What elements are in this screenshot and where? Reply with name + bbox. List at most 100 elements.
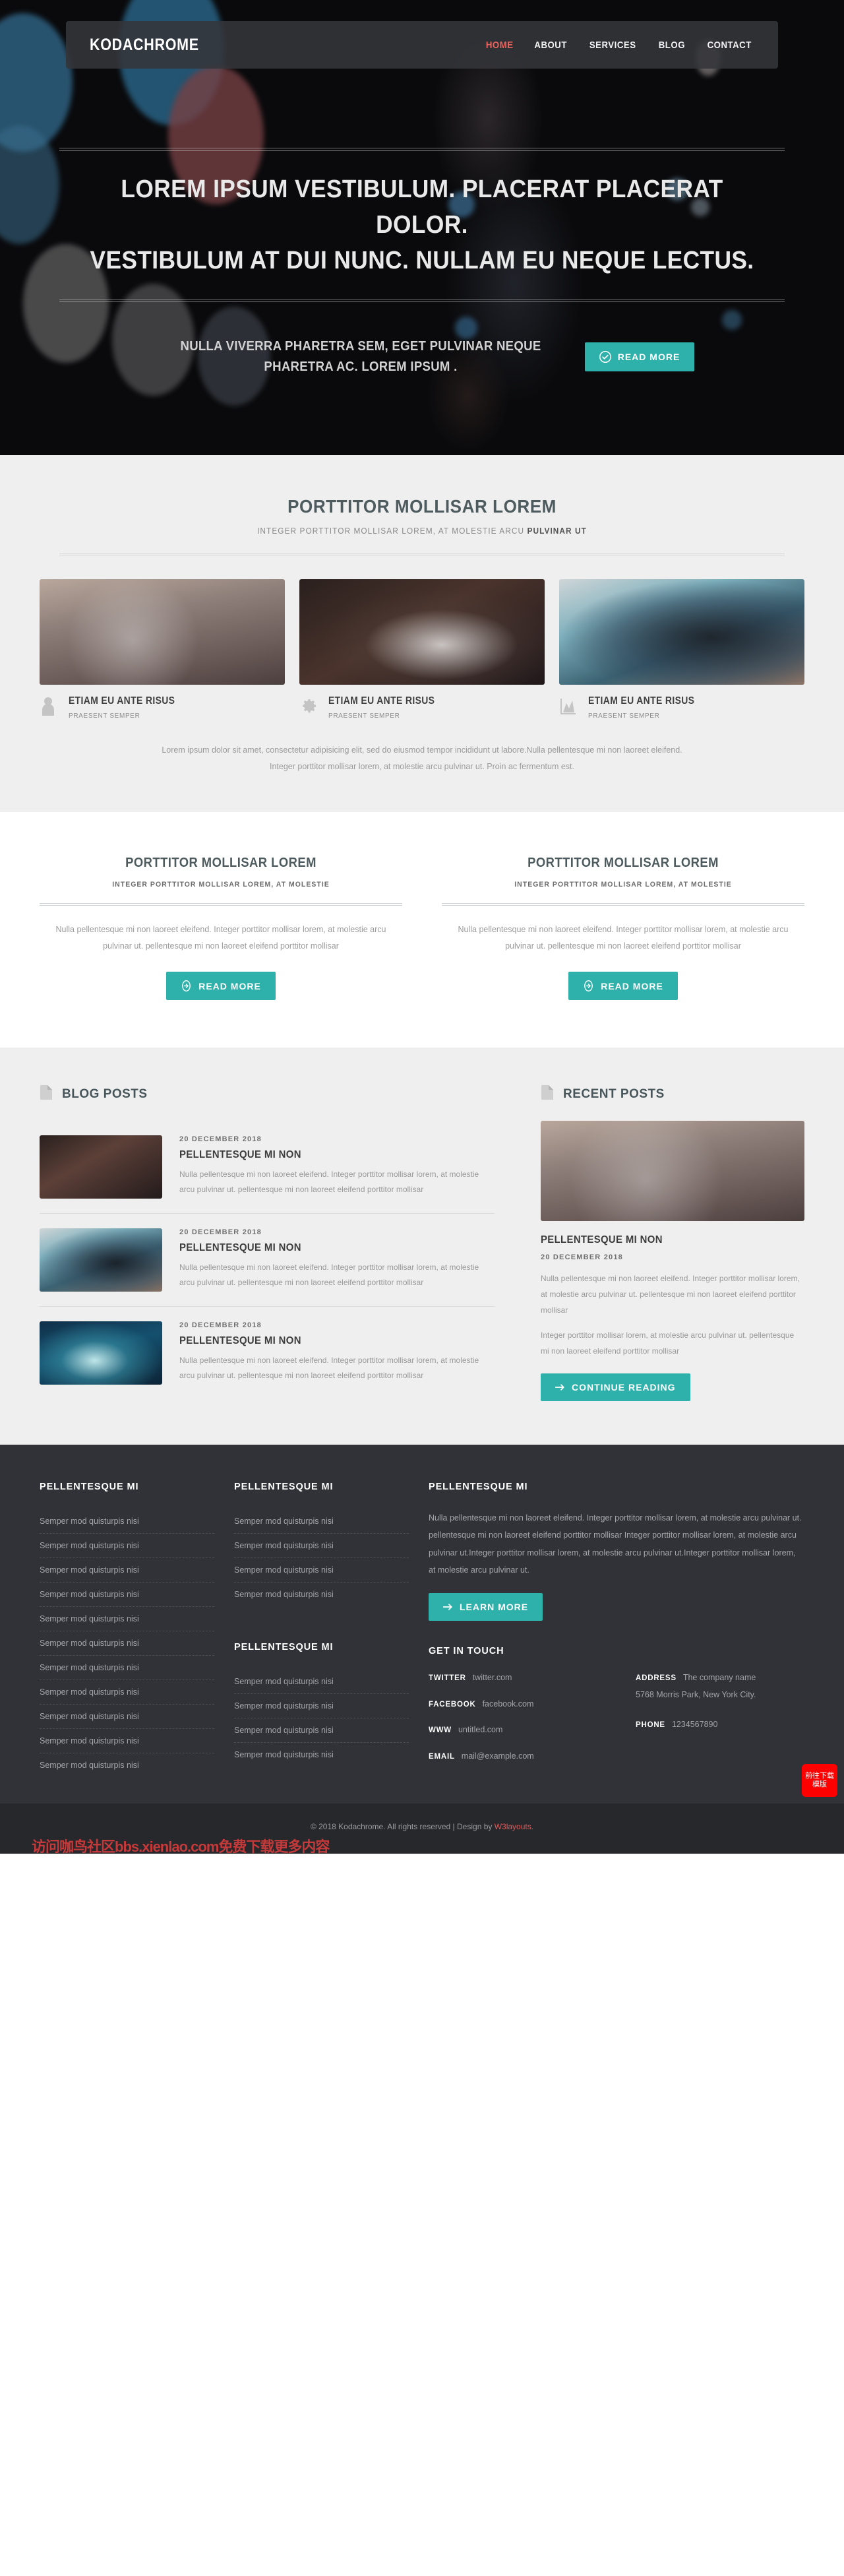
blog-post-row[interactable]: 20 DECEMBER 2018 PELLENTESQUE MI NON Nul… (40, 1307, 495, 1399)
footer-link[interactable]: Semper mod quisturpis nisi (40, 1583, 214, 1606)
footer-link[interactable]: Semper mod quisturpis nisi (234, 1509, 409, 1533)
recent-posts-header: RECENT POSTS (541, 1084, 804, 1104)
gallery-subtitle-bold: PULVINAR UT (527, 526, 587, 536)
blog-post-title[interactable]: PELLENTESQUE MI NON (179, 1149, 473, 1161)
recent-post-image[interactable] (541, 1121, 804, 1221)
gallery-section-subtitle: INTEGER PORTTITOR MOLLISAR LOREM, AT MOL… (59, 526, 785, 536)
blog-post-title[interactable]: PELLENTESQUE MI NON (179, 1335, 473, 1347)
blog-post-thumbnail[interactable] (40, 1228, 162, 1292)
footer-link[interactable]: Semper mod quisturpis nisi (40, 1753, 214, 1777)
copyright-text: © 2018 Kodachrome. All rights reserved |… (0, 1822, 844, 1831)
footer-link[interactable]: Semper mod quisturpis nisi (234, 1743, 409, 1767)
design-credit-link[interactable]: W3layouts. (495, 1822, 533, 1831)
footer-link[interactable]: Semper mod quisturpis nisi (40, 1509, 214, 1533)
blog-post-title[interactable]: PELLENTESQUE MI NON (179, 1242, 473, 1254)
gallery-image-3[interactable] (559, 579, 804, 685)
contact-email: EMAIL mail@example.com (429, 1749, 597, 1764)
contact-social-column: TWITTER twitter.com FACEBOOK facebook.com … (429, 1671, 597, 1775)
contact-twitter: TWITTER twitter.com (429, 1671, 597, 1685)
feature-subtitle: PRAESENT SEMPER (588, 712, 660, 720)
nav-item-contact[interactable]: CONTACT (707, 40, 751, 51)
footer-link[interactable]: Semper mod quisturpis nisi (40, 1729, 214, 1753)
footer-link[interactable]: Semper mod quisturpis nisi (234, 1694, 409, 1718)
download-template-badge[interactable]: 前往下载模版 (802, 1764, 837, 1797)
www-value[interactable]: untitled.com (458, 1725, 502, 1734)
footer-link[interactable]: Semper mod quisturpis nisi (234, 1670, 409, 1693)
feature-3: ETIAM EU ANTE RISUS PRAESENT SEMPER (559, 695, 804, 720)
feature-title: ETIAM EU ANTE RISUS (69, 695, 175, 707)
email-value[interactable]: mail@example.com (462, 1751, 534, 1761)
footer-link[interactable]: Semper mod quisturpis nisi (234, 1534, 409, 1557)
site-logo[interactable]: KODACHROME (90, 36, 199, 55)
hero-read-more-label: READ MORE (617, 351, 680, 362)
gallery-image-1[interactable] (40, 579, 285, 685)
feature-subtitle: PRAESENT SEMPER (328, 712, 400, 720)
arrow-right-icon (443, 1602, 453, 1612)
footer-link[interactable]: Semper mod quisturpis nisi (234, 1718, 409, 1742)
two-column-row: PORTTITOR MOLLISAR LOREM INTEGER PORTTIT… (40, 856, 804, 1000)
bokeh-circle (0, 125, 59, 244)
footer-column-1: PELLENTESQUE MI Semper mod quisturpis ni… (40, 1482, 214, 1777)
column-title: PORTTITOR MOLLISAR LOREM (528, 856, 719, 870)
nav-links: HOME ABOUT SERVICES BLOG CONTACT (484, 40, 754, 51)
footer-list-item: Semper mod quisturpis nisi (234, 1694, 409, 1718)
footer-link[interactable]: Semper mod quisturpis nisi (40, 1631, 214, 1655)
learn-more-button[interactable]: LEARN MORE (429, 1593, 543, 1621)
nav-item-services[interactable]: SERVICES (589, 40, 636, 51)
footer-list-item: Semper mod quisturpis nisi (40, 1558, 214, 1583)
contact-www: WWW untitled.com (429, 1723, 597, 1738)
footer-link[interactable]: Semper mod quisturpis nisi (40, 1607, 214, 1631)
gallery-paragraph: Lorem ipsum dolor sit amet, consectetur … (40, 742, 804, 775)
footer-link[interactable]: Semper mod quisturpis nisi (234, 1583, 409, 1606)
footer-link-list-1: Semper mod quisturpis nisi Semper mod qu… (40, 1509, 214, 1777)
arrow-circle-right-icon (181, 980, 192, 991)
twitter-value[interactable]: twitter.com (473, 1673, 512, 1682)
feature-title: ETIAM EU ANTE RISUS (328, 695, 435, 707)
blog-post-thumbnail[interactable] (40, 1135, 162, 1199)
continue-reading-button[interactable]: CONTINUE READING (541, 1373, 690, 1401)
column-subtitle: INTEGER PORTTITOR MOLLISAR LOREM, AT MOL… (514, 881, 732, 889)
check-circle-icon (599, 350, 611, 363)
column-divider (40, 903, 402, 906)
footer-link[interactable]: Semper mod quisturpis nisi (40, 1656, 214, 1680)
arrow-right-icon (555, 1383, 565, 1392)
gallery-section-title: PORTTITOR MOLLISAR LOREM (287, 496, 557, 517)
footer-list-item: Semper mod quisturpis nisi (40, 1509, 214, 1534)
footer-column-2-heading: PELLENTESQUE MI (234, 1482, 334, 1492)
recent-post-text-2: Integer porttitor mollisar lorem, at mol… (541, 1331, 795, 1356)
column-read-more-button-2[interactable]: READ MORE (568, 972, 678, 1000)
blog-post-row[interactable]: 20 DECEMBER 2018 PELLENTESQUE MI NON Nul… (40, 1121, 495, 1214)
blog-post-text: Nulla pellentesque mi non laoreet eleife… (179, 1263, 479, 1288)
blog-post-date: 20 DECEMBER 2018 (179, 1321, 262, 1329)
hero-cta-row: NULLA VIVERRA PHARETRA SEM, EGET PULVINA… (59, 336, 785, 377)
nav-item-home[interactable]: HOME (486, 40, 514, 51)
nav-item-blog[interactable]: BLOG (659, 40, 685, 51)
footer-link[interactable]: Semper mod quisturpis nisi (234, 1558, 409, 1582)
recent-post-date: 20 DECEMBER 2018 (541, 1253, 623, 1261)
hero-title-line2: VESTIBULUM AT DUI NUNC. NULLAM EU NEQUE … (90, 246, 754, 274)
blog-post-thumbnail[interactable] (40, 1321, 162, 1385)
user-icon (40, 695, 59, 720)
recent-post-title[interactable]: PELLENTESQUE MI NON (541, 1234, 786, 1246)
hero-read-more-button[interactable]: READ MORE (584, 342, 695, 371)
gallery-divider (59, 553, 785, 555)
blog-post-row[interactable]: 20 DECEMBER 2018 PELLENTESQUE MI NON Nul… (40, 1214, 495, 1307)
watermark-text: 访问咖鸟社区bbs.xienlao.com免费下载更多内容 (32, 1838, 330, 1855)
column-read-more-button-1[interactable]: READ MORE (166, 972, 276, 1000)
contact-address-column: ADDRESS The company name 5768 Morris Park… (636, 1671, 804, 1775)
nav-item-about[interactable]: ABOUT (535, 40, 568, 51)
footer-column-2: PELLENTESQUE MI Semper mod quisturpis ni… (234, 1482, 409, 1777)
footer-list-item: Semper mod quisturpis nisi (234, 1558, 409, 1583)
feature-2: ETIAM EU ANTE RISUS PRAESENT SEMPER (299, 695, 545, 720)
footer-link[interactable]: Semper mod quisturpis nisi (40, 1705, 214, 1728)
footer-link[interactable]: Semper mod quisturpis nisi (40, 1558, 214, 1582)
learn-more-label: LEARN MORE (460, 1602, 529, 1612)
footer-link[interactable]: Semper mod quisturpis nisi (40, 1680, 214, 1704)
gallery-image-2[interactable] (299, 579, 545, 685)
facebook-value[interactable]: facebook.com (483, 1699, 534, 1709)
footer-link-list-2: Semper mod quisturpis nisi Semper mod qu… (234, 1509, 409, 1606)
phone-value: 1234567890 (671, 1719, 718, 1729)
hero-content: LOREM IPSUM VESTIBULUM. PLACERAT PLACERA… (59, 69, 785, 377)
blog-posts-title: BLOG POSTS (62, 1086, 148, 1101)
footer-link[interactable]: Semper mod quisturpis nisi (40, 1534, 214, 1557)
